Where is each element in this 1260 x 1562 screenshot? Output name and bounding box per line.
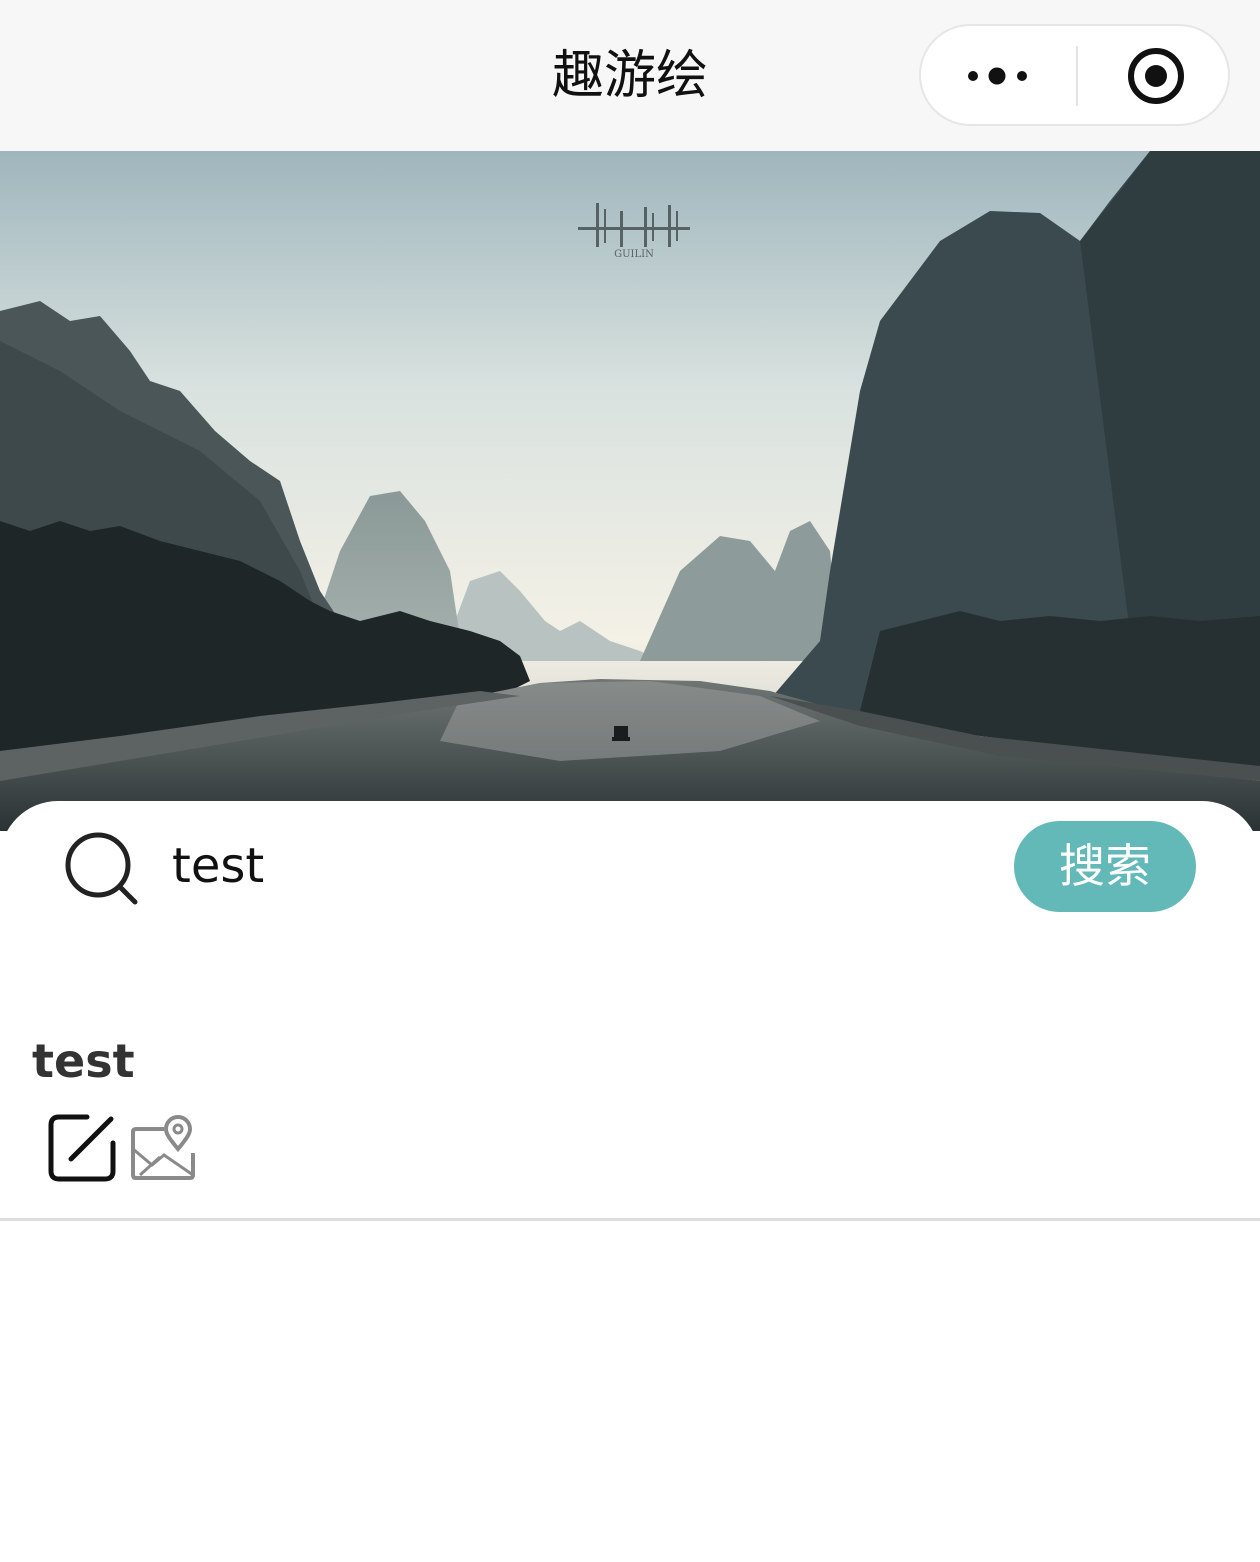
close-mini-program-button[interactable]	[1078, 26, 1230, 126]
landscape-illustration: GUILIN	[0, 151, 1260, 831]
search-icon	[64, 831, 140, 907]
list-divider	[0, 1218, 1260, 1221]
search-button[interactable]: 搜索	[1014, 821, 1196, 912]
navigation-bar: 趣游绘	[0, 0, 1260, 151]
close-circle-icon	[1128, 48, 1184, 104]
search-input[interactable]	[172, 825, 972, 907]
more-dots-icon	[968, 67, 1027, 85]
mini-program-capsule	[919, 24, 1230, 126]
search-panel: 搜索 test	[0, 801, 1260, 1562]
more-options-button[interactable]	[921, 26, 1076, 126]
result-title: test	[32, 1034, 135, 1088]
banner-image: GUILIN	[0, 151, 1260, 831]
edit-icon[interactable]	[47, 1113, 117, 1183]
svg-text:GUILIN: GUILIN	[614, 249, 654, 260]
map-location-icon[interactable]	[130, 1115, 196, 1181]
